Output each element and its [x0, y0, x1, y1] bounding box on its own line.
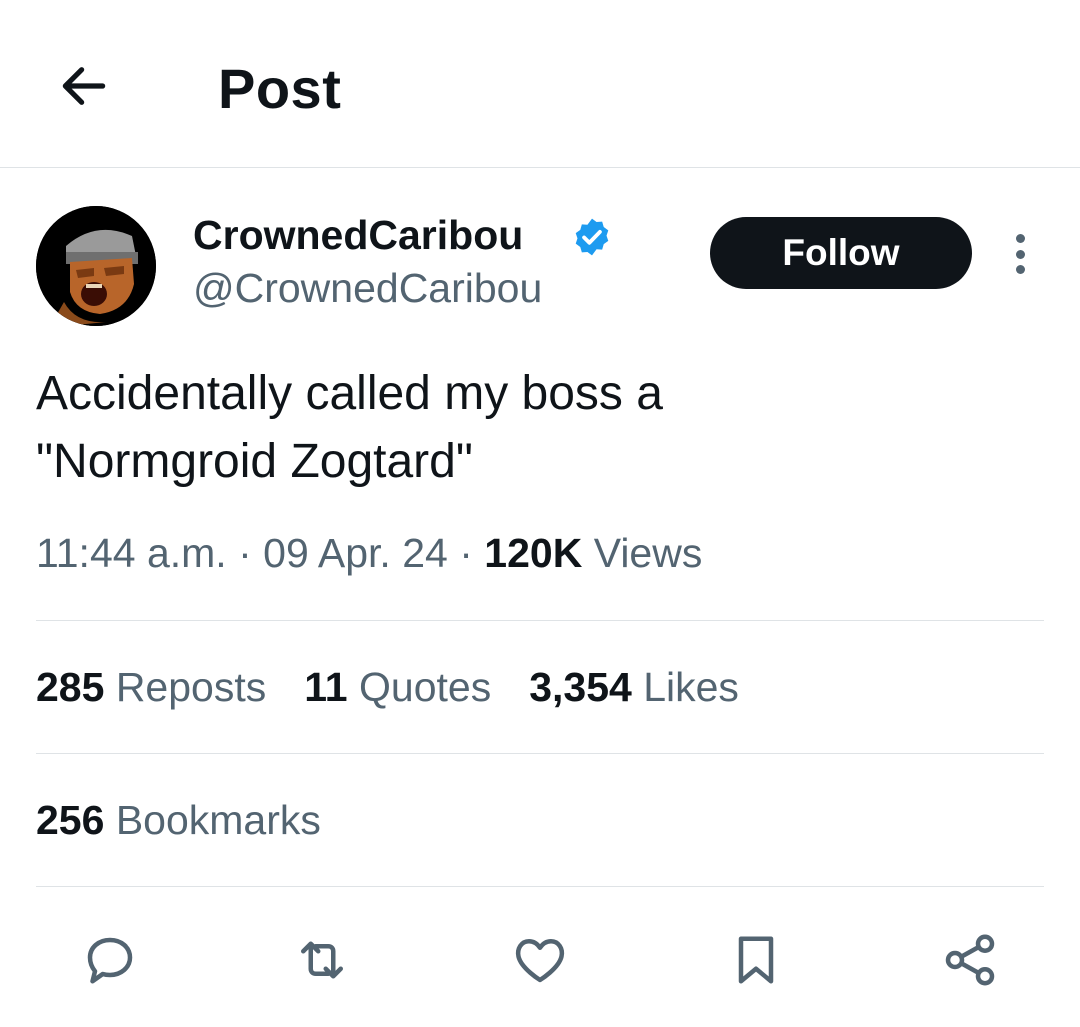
bookmark-button[interactable] [720, 924, 792, 996]
post-date[interactable]: 09 Apr. 24 [263, 530, 448, 576]
post-meta: 11:44 a.m. · 09 Apr. 24 · 120K Views [36, 530, 702, 577]
engagement-stats: 285 Reposts 11 Quotes 3,354 Likes [36, 664, 739, 711]
quotes-count: 11 [304, 664, 348, 710]
avatar-image [36, 206, 156, 326]
more-dot-icon [1015, 265, 1025, 274]
reposts-count: 285 [36, 664, 105, 710]
follow-button[interactable]: Follow [710, 217, 972, 289]
arrow-left-icon [62, 67, 106, 105]
share-icon [945, 934, 995, 986]
meta-separator: · [238, 530, 252, 576]
more-dot-icon [1015, 234, 1025, 243]
avatar[interactable] [36, 206, 156, 326]
like-button[interactable] [504, 924, 576, 996]
top-bar: Post [0, 0, 1080, 168]
divider [36, 886, 1044, 887]
post-time[interactable]: 11:44 a.m. [36, 530, 227, 576]
repost-icon [301, 941, 343, 979]
likes-count: 3,354 [529, 664, 632, 710]
bookmarks-count: 256 [36, 797, 105, 843]
meta-separator: · [459, 530, 473, 576]
quotes-stat[interactable]: 11 Quotes [304, 664, 491, 711]
author-handle[interactable]: @CrownedCaribou [193, 265, 542, 312]
reply-icon [87, 937, 133, 984]
likes-stat[interactable]: 3,354 Likes [529, 664, 739, 711]
post-detail-page: Post CrownedCaribou @CrownedCaribou Foll… [0, 0, 1080, 1027]
divider [36, 753, 1044, 754]
likes-label: Likes [643, 664, 739, 710]
more-options-button[interactable] [1000, 230, 1040, 278]
quotes-label: Quotes [359, 664, 492, 710]
reply-button[interactable] [74, 924, 146, 996]
bookmarks-stat[interactable]: 256 Bookmarks [36, 797, 321, 844]
author-display-name[interactable]: CrownedCaribou [193, 212, 523, 259]
views-count: 120K [484, 530, 583, 576]
repost-button[interactable] [286, 924, 358, 996]
reposts-label: Reposts [115, 664, 267, 710]
back-button[interactable] [50, 52, 118, 120]
reposts-stat[interactable]: 285 Reposts [36, 664, 266, 711]
share-button[interactable] [934, 924, 1006, 996]
views-label: Views [593, 530, 703, 576]
divider [36, 620, 1044, 621]
verified-badge-icon [575, 218, 609, 256]
like-icon [515, 939, 565, 983]
page-title: Post [218, 57, 342, 120]
bookmarks-label: Bookmarks [115, 797, 321, 843]
bookmark-icon [738, 936, 774, 984]
post-text: Accidentally called my boss a "Normgroid… [36, 367, 663, 488]
more-dot-icon [1015, 249, 1025, 259]
